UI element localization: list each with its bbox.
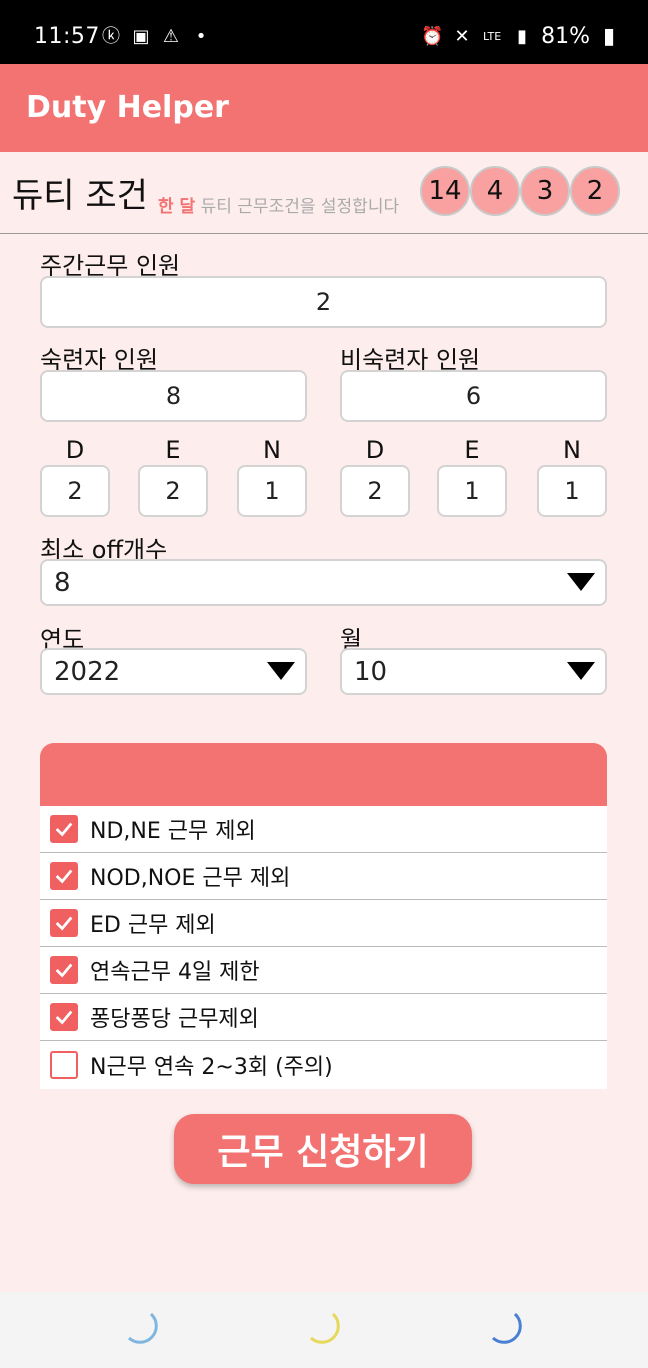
option-row[interactable]: 연속근무 4일 제한: [40, 947, 607, 994]
unskilled-d-input[interactable]: 2: [340, 465, 410, 517]
count-circles: 14 4 3 2: [420, 166, 620, 216]
check-icon: [55, 822, 73, 837]
count-circle-n: 2: [570, 166, 620, 216]
subtitle-highlight: 한 달: [158, 197, 196, 217]
dot-icon: •: [195, 26, 207, 47]
option-label: 퐁당퐁당 근무제외: [90, 1007, 259, 1032]
min-off-value: 8: [54, 567, 71, 598]
unskilled-input[interactable]: 6: [340, 370, 607, 422]
count-circle-e: 3: [520, 166, 570, 216]
signal-icon: ▮: [517, 25, 528, 47]
option-label: NOD,NOE 근무 제외: [90, 866, 291, 891]
alarm-icon: ⏰: [421, 25, 444, 47]
option-row[interactable]: 퐁당퐁당 근무제외: [40, 994, 607, 1041]
month-select[interactable]: 10: [340, 648, 607, 695]
submit-button[interactable]: 근무 신청하기: [174, 1114, 472, 1184]
checkbox-checked[interactable]: [50, 956, 78, 984]
status-time: 11:57: [34, 24, 100, 49]
skilled-e-label: E: [165, 436, 181, 464]
dropdown-arrow-icon: [267, 662, 295, 680]
app-bar: Duty Helper: [0, 64, 648, 152]
moon-icon[interactable]: [485, 1308, 525, 1348]
skilled-n-label: N: [263, 436, 281, 464]
conditions-subtitle: 한 달 듀티 근무조건을 설정합니다: [158, 192, 399, 217]
bottom-nav: [0, 1292, 648, 1368]
option-row[interactable]: ND,NE 근무 제외: [40, 806, 607, 853]
mute-icon: ✕: [454, 25, 470, 47]
option-row[interactable]: NOD,NOE 근무 제외: [40, 853, 607, 900]
app-title: Duty Helper: [26, 90, 229, 125]
conditions-title: 듀티 조건: [12, 176, 148, 216]
option-label: ED 근무 제외: [90, 913, 216, 938]
checkbox-checked[interactable]: [50, 862, 78, 890]
option-label: ND,NE 근무 제외: [90, 819, 256, 844]
day-staff-input[interactable]: 2: [40, 276, 607, 328]
notification-k-icon: ⓚ: [102, 26, 120, 47]
year-select[interactable]: 2022: [40, 648, 307, 695]
skilled-d-input[interactable]: 2: [40, 465, 110, 517]
unskilled-e-input[interactable]: 1: [437, 465, 507, 517]
warning-icon: ⚠: [162, 26, 180, 47]
min-off-select[interactable]: 8: [40, 559, 607, 606]
unskilled-n-label: N: [563, 436, 581, 464]
battery-percent: 81%: [541, 24, 590, 49]
status-bar: 11:57 ⓚ ▣ ⚠ • ⏰ ✕ LTE ▮ 81% ▮: [0, 0, 648, 64]
conditions-header: 듀티 조건 한 달 듀티 근무조건을 설정합니다 14 4 3 2: [0, 152, 648, 234]
checkbox-checked[interactable]: [50, 1003, 78, 1031]
option-row[interactable]: ED 근무 제외: [40, 900, 607, 947]
check-icon: [55, 916, 73, 931]
check-icon: [55, 963, 73, 978]
dropdown-arrow-icon: [567, 573, 595, 591]
subtitle-text: 듀티 근무조건을 설정합니다: [195, 197, 400, 217]
month-value: 10: [354, 656, 388, 687]
option-label: N근무 연속 2~3회 (주의): [90, 1054, 333, 1080]
moon-icon[interactable]: [303, 1308, 343, 1348]
options-card-header: [40, 743, 607, 806]
checkbox-checked[interactable]: [50, 815, 78, 843]
image-icon: ▣: [132, 26, 150, 47]
dropdown-arrow-icon: [567, 662, 595, 680]
lte-icon: LTE: [482, 29, 502, 43]
check-icon: [55, 1010, 73, 1025]
unskilled-n-input[interactable]: 1: [537, 465, 607, 517]
check-icon: [55, 869, 73, 884]
count-circle-total: 14: [420, 166, 470, 216]
options-card: ND,NE 근무 제외 NOD,NOE 근무 제외 ED 근무 제외연속근무 4일 …: [40, 743, 607, 1089]
unskilled-e-label: E: [464, 436, 480, 464]
checkbox-unchecked[interactable]: [50, 1050, 78, 1079]
skilled-d-label: D: [65, 436, 85, 464]
option-label: 연속근무 4일 제한: [90, 960, 260, 985]
checkbox-checked[interactable]: [50, 909, 78, 937]
count-circle-d: 4: [470, 166, 520, 216]
option-row[interactable]: N근무 연속 2~3회 (주의): [40, 1041, 607, 1088]
battery-icon: ▮: [602, 23, 616, 49]
skilled-input[interactable]: 8: [40, 370, 307, 422]
moon-icon[interactable]: [121, 1308, 161, 1348]
unskilled-d-label: D: [365, 436, 385, 464]
skilled-n-input[interactable]: 1: [237, 465, 307, 517]
year-value: 2022: [54, 656, 121, 687]
skilled-e-input[interactable]: 2: [138, 465, 208, 517]
